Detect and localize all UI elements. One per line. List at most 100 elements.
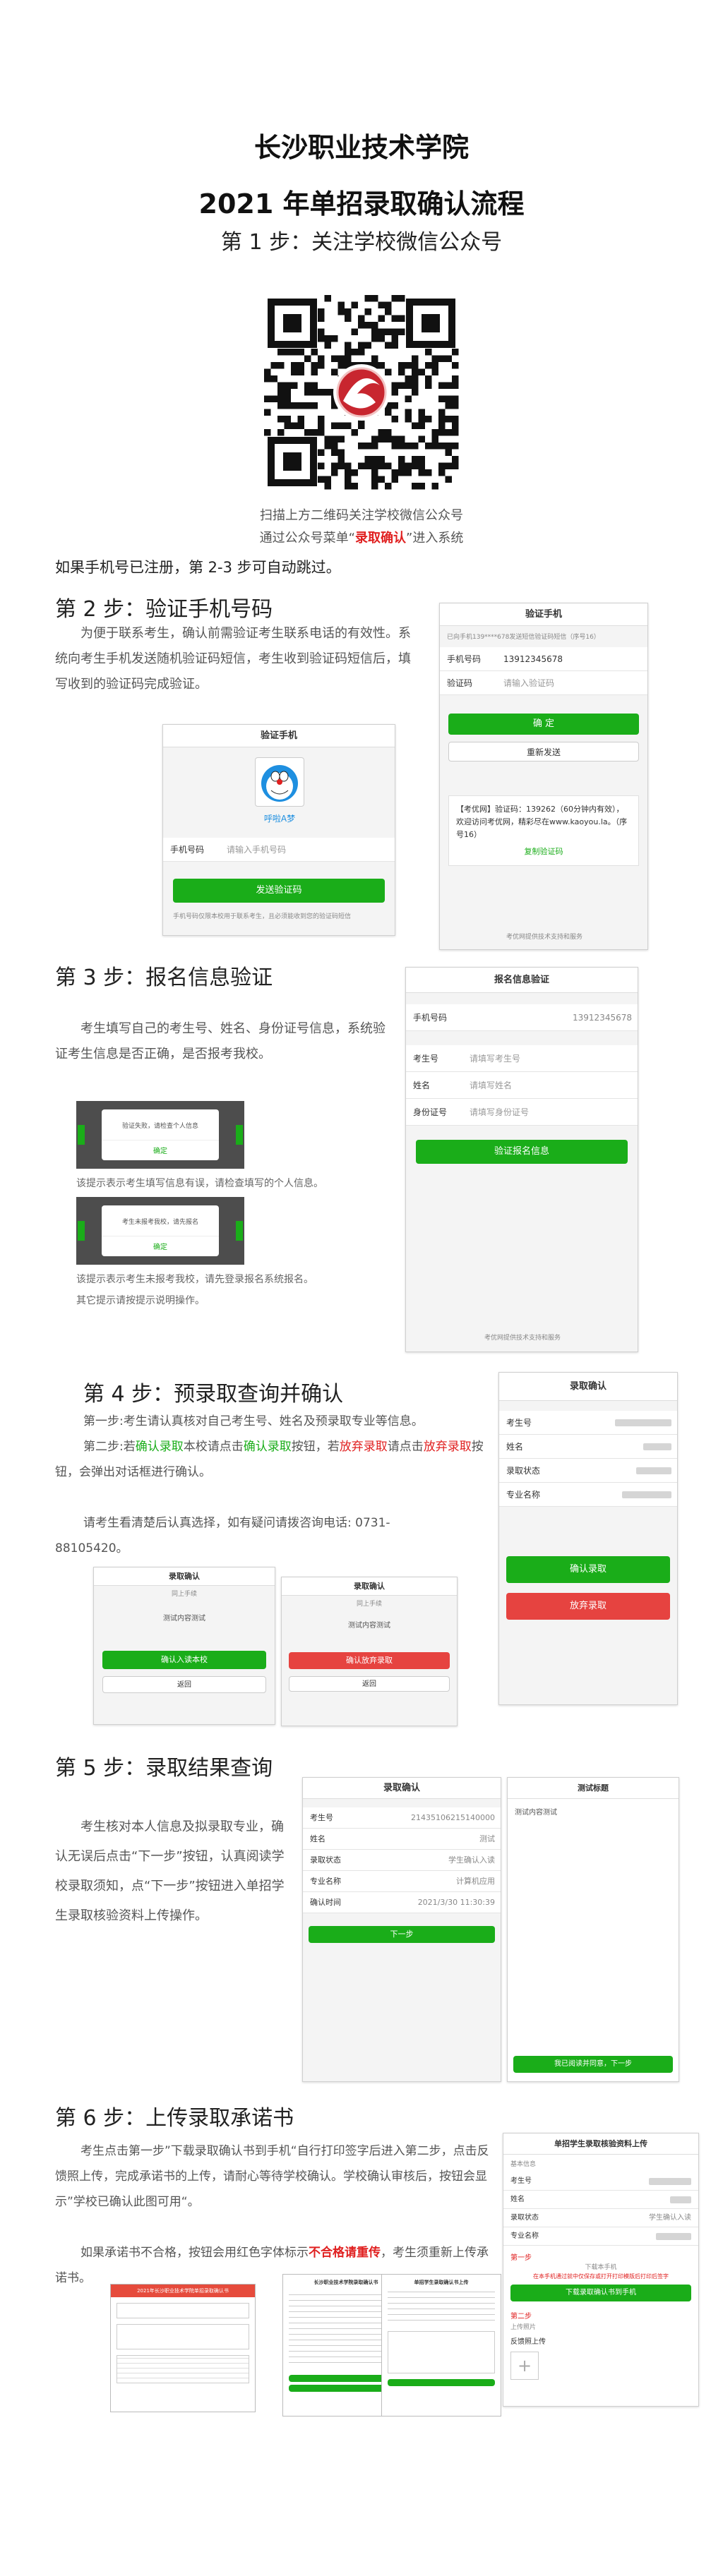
s4-row-3: 专业名称 [499,1483,677,1507]
phone-label: 手机号码 [170,845,205,855]
next-step-button[interactable]: 下一步 [309,1926,495,1943]
doc-c-title: 单招学生录取确认书上传 [414,2280,469,2285]
s4-c: 本校请点击 [183,1440,244,1454]
error-dialog-1-ok[interactable]: 确定 [102,1140,219,1155]
name-input[interactable]: 请填写姓名 [470,1072,512,1099]
send-code-button[interactable]: 发送验证码 [173,879,385,903]
confirm-dialog-sub: 同上手续 [171,1591,197,1598]
result-row-label: 录取状态 [310,1855,341,1865]
s4-row-2: 录取状态 [499,1459,677,1483]
confirm-letter-doc-c: 单招学生录取确认书上传 [381,2274,501,2416]
id-label: 身份证号 [413,1107,448,1117]
nickname: 呼啦A梦 [263,814,296,824]
abandon-admission-button[interactable]: 放弃录取 [506,1593,670,1620]
result-row-label: 专业名称 [310,1877,341,1886]
doc-a-banner: 2021年长沙职业技术学院单招录取确认书 [111,2285,255,2297]
copy-code-button[interactable]: 复制验证码 [456,845,631,858]
sms-box: 【考优网】验证码：139262（60分钟内有效），欢迎访问考优网，精彩尽在www… [448,795,639,866]
error-dialog-1: 验证失败，请检查个人信息 确定 [76,1101,244,1169]
first-step-label: 第一步 [510,2254,532,2262]
avatar [255,757,304,807]
error-dialog-1-text: 验证失败，请检查个人信息 [121,1123,198,1130]
abandon-dialog-title: 录取确认 [282,1577,457,1596]
verify-enroll-button[interactable]: 验证报名信息 [416,1140,628,1164]
step1-heading: 第 1 步：关注学校微信公众号 [220,230,503,255]
qr-note: 如果手机号已注册，第 2-3 步可自动跳过。 [55,559,341,576]
s6-a: 如果承诺书不合格，按钮会用红色字体标示 [80,2246,309,2260]
download-warning: 在本手机通过就中仅保存或打开打印模版后打印后签字 [533,2273,669,2280]
s4-row-0: 考生号 [499,1411,677,1435]
step3-heading: 第 3 步：报名信息验证 [55,965,273,990]
form-ksh-row[interactable]: 考生号 请填写考生号 [406,1045,638,1072]
s4-g: 请点击 [387,1440,424,1454]
id-input[interactable]: 请填写身份证号 [470,1099,529,1126]
s4-row-1: 姓名 [499,1435,677,1459]
form-id-row[interactable]: 身份证号 请填写身份证号 [406,1099,638,1126]
verify-phone-screenshot-a: 验证手机 呼啦A梦 手机号码 请输入手机号码 发送验证码 手机号码仅限本校用于联… [162,724,395,936]
ksh-input[interactable]: 请填写考生号 [470,1045,520,1072]
s6-status: 学生确认入读 [649,2214,691,2222]
step4-line1: 第一步:考生请认真核对自己考生号、姓名及预录取专业等信息。 [83,1414,424,1428]
confirm-back-button[interactable]: 返回 [102,1676,266,1693]
upload-sub: 基本信息 [510,2161,537,2168]
s6-row-3: 专业名称 [503,2227,698,2246]
s4-b: 确认录取 [135,1440,184,1454]
step6-text1: 考生点击第一步”下载录取确认书到手机“自行打印签字后进入第二步，点击反馈照上传，… [55,2144,489,2209]
notice-screenshot: 测试标题 测试内容测试 我已阅读并同意，下一步 [507,1777,679,2082]
confirm-admission-button[interactable]: 确认录取 [506,1556,670,1583]
form-phone-value: 13912345678 [573,1013,632,1023]
code-row[interactable]: 验证码 请输入验证码 [440,671,647,695]
form-name-row[interactable]: 姓名 请填写姓名 [406,1072,638,1099]
phone-row-b[interactable]: 手机号码 13912345678 [440,647,647,671]
error-dialog-2: 考生未报考我校，请先报名 确定 [76,1197,244,1265]
form-phone-label: 手机号码 [413,1013,448,1023]
result-row-label: 姓名 [310,1834,325,1843]
confirm-dialog-screenshot: 录取确认 同上手续 测试内容测试 确认入读本校 返回 [93,1567,275,1725]
qr-caption-1: 扫描上方二维码关注学校微信公众号 [260,508,463,523]
abandon-dialog-sub: 同上手续 [356,1601,382,1608]
verify-phone-title-b: 验证手机 [440,603,647,626]
sms-text: 【考优网】验证码：139262（60分钟内有效），欢迎访问考优网，精彩尽在www… [456,805,628,839]
notice-body: 测试内容测试 [515,1809,557,1817]
resend-button[interactable]: 重新发送 [448,742,639,762]
upload-title: 单招学生录取核验资料上传 [503,2133,698,2155]
phone-input[interactable]: 请输入手机号码 [227,838,286,862]
download-confirm-button[interactable]: 下载录取确认书到手机 [510,2285,691,2301]
second-step-label: 第二步 [510,2313,532,2321]
abandon-back-button[interactable]: 返回 [289,1676,450,1692]
s6-label-status: 录取状态 [510,2214,539,2222]
confirm-dialog-text: 测试内容测试 [163,1615,205,1623]
phone-label-b: 手机号码 [447,654,482,664]
code-input[interactable]: 请输入验证码 [503,671,554,695]
admission-confirm-title: 录取确认 [499,1373,677,1401]
result-row: 录取状态 学生确认入读 [303,1850,501,1871]
form-footer: 考优网提供技术支持和服务 [484,1335,561,1342]
error-dialog-2-ok[interactable]: 确定 [102,1236,219,1251]
s6-label-name: 姓名 [510,2196,525,2203]
upload-plus-button[interactable]: + [510,2352,539,2380]
s6-row-2: 录取状态 学生确认入读 [503,2209,698,2227]
result-row: 考生号 21435106215140000 [303,1807,501,1829]
s6-label-ksh: 考生号 [510,2177,532,2185]
s4-label-major: 专业名称 [506,1490,541,1500]
result-row-value: 学生确认入读 [448,1855,495,1865]
plus-icon: + [517,2356,532,2376]
confirm-button[interactable]: 确 定 [448,714,639,735]
footer-b: 考优网提供技术支持和服务 [506,934,582,941]
step2-text: 为便于联系考生，确认前需验证考生联系电话的有效性。系统向考生手机发送随机验证码短… [55,626,411,692]
step6-heading: 第 6 步：上传录取承诺书 [55,2106,294,2131]
s4-label-ksh: 考生号 [506,1418,532,1428]
confirm-enroll-button[interactable]: 确认入读本校 [102,1651,266,1669]
step4-line2: 第二步:若确认录取本校请点击确认录取按钮，若放弃录取请点击放弃录取按钮，会弹出对… [55,1434,486,1485]
step5-heading: 第 5 步：录取结果查询 [55,1756,273,1781]
qr-caption-2: 通过公众号菜单“录取确认”进入系统 [0,528,723,546]
confirm-abandon-button[interactable]: 确认放弃录取 [289,1652,450,1669]
verify-phone-screenshot-b: 验证手机 已向手机139****678发送短信验证码短信（序号16） 手机号码 … [439,603,648,950]
phone-value-b: 13912345678 [503,654,563,664]
agree-next-button[interactable]: 我已阅读并同意，下一步 [513,2056,673,2073]
doc-a-title: 2021年长沙职业技术学院单招录取确认书 [137,2288,229,2294]
qr-code [264,295,459,490]
admission-confirm-screenshot: 录取确认 考生号 姓名 录取状态 专业名称 确认录取 放弃录取 [498,1372,678,1705]
s4-e: 按钮，若 [291,1440,340,1454]
phone-row[interactable]: 手机号码 请输入手机号码 [163,838,395,862]
